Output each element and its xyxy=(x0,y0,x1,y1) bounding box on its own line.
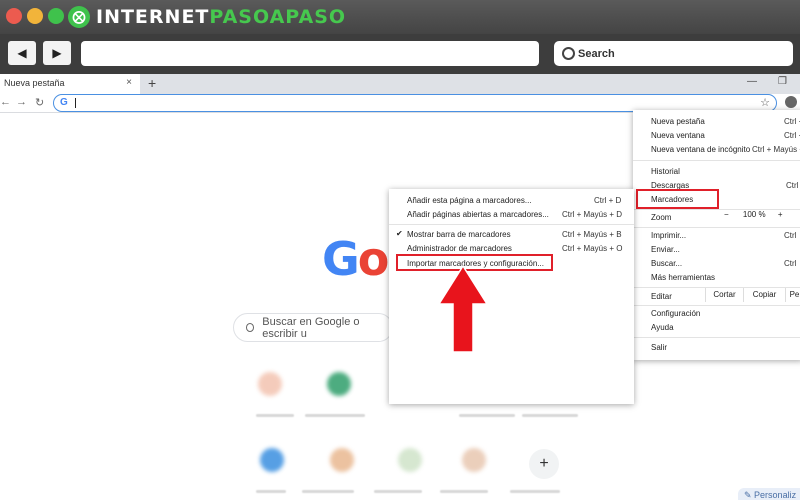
google-icon: G xyxy=(60,97,68,108)
text-caret xyxy=(75,98,76,108)
profile-avatar[interactable] xyxy=(785,96,797,108)
menu-item-cast[interactable]: Enviar... xyxy=(633,244,800,256)
shortcut-label xyxy=(459,414,515,417)
tab-close-icon[interactable]: × xyxy=(126,77,132,88)
shortcut-label xyxy=(305,414,365,417)
shortcut-tile[interactable] xyxy=(327,372,351,396)
back-button[interactable]: ◀ xyxy=(8,41,36,65)
google-search-placeholder: Buscar en Google o escribir u xyxy=(262,315,360,340)
google-logo: Go xyxy=(322,232,389,286)
submenu-item-bookmark-open-pages[interactable]: Añadir páginas abiertas a marcadores... C… xyxy=(389,209,634,221)
menu-separator xyxy=(633,160,800,161)
add-shortcut-button[interactable]: + xyxy=(529,449,559,479)
menu-item-new-window[interactable]: Nueva ventanaCtrl + xyxy=(633,130,800,142)
checkmark-icon: ✔ xyxy=(396,229,403,238)
menu-item-edit: Editar Cortar Copiar Pe xyxy=(633,288,800,303)
menu-item-zoom: Zoom − 100 % + xyxy=(651,210,783,222)
submenu-item-show-bookmarks-bar[interactable]: ✔ Mostrar barra de marcadores Ctrl + Mayús… xyxy=(389,229,634,241)
forward-arrow-icon[interactable]: → xyxy=(16,96,27,108)
shortcut-label xyxy=(374,490,422,493)
search-icon xyxy=(562,47,575,60)
zoom-level: 100 % xyxy=(742,210,766,219)
chrome-tabstrip: Nueva pestaña × + — ❐ xyxy=(0,74,800,94)
shortcut-label xyxy=(522,414,578,417)
menu-separator xyxy=(633,305,800,306)
search-icon xyxy=(246,323,255,332)
menu-separator xyxy=(633,227,800,228)
menu-item-find[interactable]: Buscar... Ctrl xyxy=(633,258,800,270)
shortcut-label xyxy=(510,490,560,493)
shortcut-tile[interactable] xyxy=(462,448,486,472)
menu-item-more-tools[interactable]: Más herramientas xyxy=(633,272,800,284)
reload-icon[interactable]: ↻ xyxy=(35,96,44,109)
google-search-box[interactable]: Buscar en Google o escribir u xyxy=(233,313,393,342)
zoom-window-button[interactable] xyxy=(48,8,64,24)
tab-new-tab[interactable]: Nueva pestaña × xyxy=(0,74,140,94)
new-tab-button[interactable]: + xyxy=(148,75,156,91)
brand-logo-icon: ⨂ xyxy=(68,6,90,28)
tab-title: Nueva pestaña xyxy=(4,78,65,88)
copy-button[interactable]: Copiar xyxy=(743,288,785,302)
brand-logo: ⨂ INTERNETPASOAPASO xyxy=(68,5,346,29)
shortcut-tile[interactable] xyxy=(260,448,284,472)
shortcut-label xyxy=(302,490,354,493)
menu-separator xyxy=(389,224,634,225)
minimize-icon[interactable]: — xyxy=(747,76,757,87)
brand-logo-text: INTERNETPASOAPASO xyxy=(96,6,347,28)
back-arrow-icon[interactable]: ← xyxy=(0,96,11,108)
menu-item-settings[interactable]: Configuración xyxy=(633,308,800,320)
bookmarks-submenu: Añadir esta página a marcadores... Ctrl +… xyxy=(389,189,634,404)
menu-item-incognito[interactable]: Nueva ventana de incógnito Ctrl + Mayús + xyxy=(633,144,800,156)
outer-titlebar: ⨂ INTERNETPASOAPASO xyxy=(0,0,800,34)
minimize-window-button[interactable] xyxy=(27,8,43,24)
bookmarks-highlight-box xyxy=(636,189,719,209)
restore-icon[interactable]: ❐ xyxy=(778,76,787,87)
menu-item-new-tab[interactable]: Nueva pestañaCtrl + xyxy=(633,116,800,128)
shortcut-label xyxy=(440,490,488,493)
forward-button[interactable]: ▶ xyxy=(43,41,71,65)
personalize-button[interactable]: ✎ Personaliz xyxy=(738,488,800,500)
menu-item-print[interactable]: Imprimir... Ctrl xyxy=(633,230,800,242)
chrome-main-menu: Nueva pestañaCtrl + Nueva ventanaCtrl + … xyxy=(633,110,800,360)
shortcut-tile[interactable] xyxy=(330,448,354,472)
outer-search-field[interactable]: Search xyxy=(554,41,793,66)
outer-search-label: Search xyxy=(578,47,615,60)
star-icon[interactable]: ☆ xyxy=(760,96,770,109)
menu-item-exit[interactable]: Salir xyxy=(633,342,800,354)
outer-navbar: ◀ ▶ Search xyxy=(0,34,800,74)
menu-item-history[interactable]: Historial xyxy=(633,166,800,178)
cut-button[interactable]: Cortar xyxy=(705,288,743,302)
shortcut-tile[interactable] xyxy=(398,448,422,472)
menu-separator xyxy=(633,337,800,338)
zoom-out-button[interactable]: − xyxy=(724,210,729,219)
submenu-item-bookmark-page[interactable]: Añadir esta página a marcadores... Ctrl +… xyxy=(389,195,634,207)
close-window-button[interactable] xyxy=(6,8,22,24)
shortcut-label xyxy=(256,414,294,417)
zoom-in-button[interactable]: + xyxy=(778,210,783,219)
shortcut-tile[interactable] xyxy=(258,372,282,396)
red-up-arrow-icon xyxy=(437,264,489,353)
zoom-controls: − 100 % + xyxy=(724,210,783,219)
shortcut-label xyxy=(256,490,286,493)
paste-button[interactable]: Pe xyxy=(785,288,800,302)
menu-item-help[interactable]: Ayuda xyxy=(633,322,800,334)
outer-address-field[interactable] xyxy=(81,41,539,66)
